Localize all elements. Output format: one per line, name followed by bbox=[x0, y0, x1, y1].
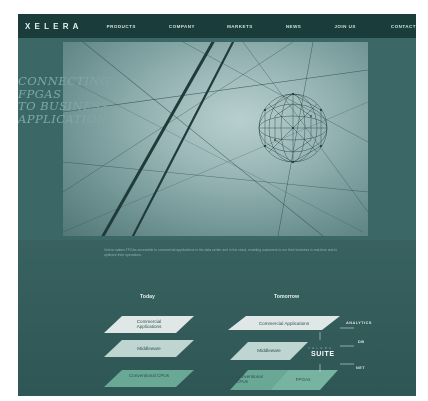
today-tomorrow-diagram: Today Tomorrow Commercial Applications M… bbox=[18, 284, 416, 396]
db-tag: DB bbox=[358, 340, 365, 344]
nav-link-join-us[interactable]: JOIN US bbox=[334, 24, 356, 29]
hero-title: CONNECTING FPGAS TO BUSINESS APPLICATION… bbox=[18, 75, 148, 125]
hero-photo-geodesic-sphere bbox=[63, 42, 368, 236]
page: XELERA PRODUCTS COMPANY MARKETS NEWS JOI… bbox=[0, 0, 428, 401]
nav-links: PRODUCTS COMPANY MARKETS NEWS JOIN US CO… bbox=[107, 24, 416, 29]
today-cpus-label: Conventional CPUs bbox=[128, 373, 170, 378]
nav-link-markets[interactable]: MARKETS bbox=[227, 24, 253, 29]
today-heading: Today bbox=[140, 294, 155, 300]
today-applications-label: Commercial Applications bbox=[136, 319, 162, 330]
tomorrow-middleware-label: Middleware bbox=[257, 348, 281, 353]
tomorrow-applications-label: Commercial Applications bbox=[258, 321, 310, 326]
xelera-suite-label: SUITE bbox=[311, 351, 335, 358]
hero-title-line-2: TO BUSINESS bbox=[18, 99, 109, 113]
nav-link-company[interactable]: COMPANY bbox=[169, 24, 195, 29]
xelera-suite-small-label: XELERA bbox=[308, 346, 334, 350]
tomorrow-heading: Tomorrow bbox=[274, 294, 299, 300]
layer-shapes bbox=[104, 316, 354, 390]
analytics-tag: ANALYTICS bbox=[346, 321, 372, 325]
tomorrow-fpgas-label: FPGAs bbox=[295, 377, 311, 382]
geodesic-sphere-illustration bbox=[63, 42, 368, 236]
xelera-logo[interactable]: XELERA bbox=[25, 22, 85, 31]
nav-link-news[interactable]: NEWS bbox=[286, 24, 302, 29]
top-navigation: XELERA PRODUCTS COMPANY MARKETS NEWS JOI… bbox=[18, 14, 416, 38]
today-middleware-label: Middleware bbox=[137, 346, 161, 351]
net-tag: NET bbox=[356, 366, 366, 370]
hero-title-line-1: CONNECTING FPGAS bbox=[18, 74, 110, 101]
hero-section: CONNECTING FPGAS TO BUSINESS APPLICATION… bbox=[18, 38, 416, 240]
website: XELERA PRODUCTS COMPANY MARKETS NEWS JOI… bbox=[18, 14, 416, 396]
tomorrow-cpus-label: Conventional CPUs bbox=[236, 374, 263, 385]
nav-link-contact[interactable]: CONTACT bbox=[391, 24, 416, 29]
nav-link-products[interactable]: PRODUCTS bbox=[107, 24, 136, 29]
intro-description: Xelera makes FPGAs accessible to commerc… bbox=[104, 248, 338, 257]
hero-title-line-3: APPLICATIONS bbox=[18, 111, 116, 126]
